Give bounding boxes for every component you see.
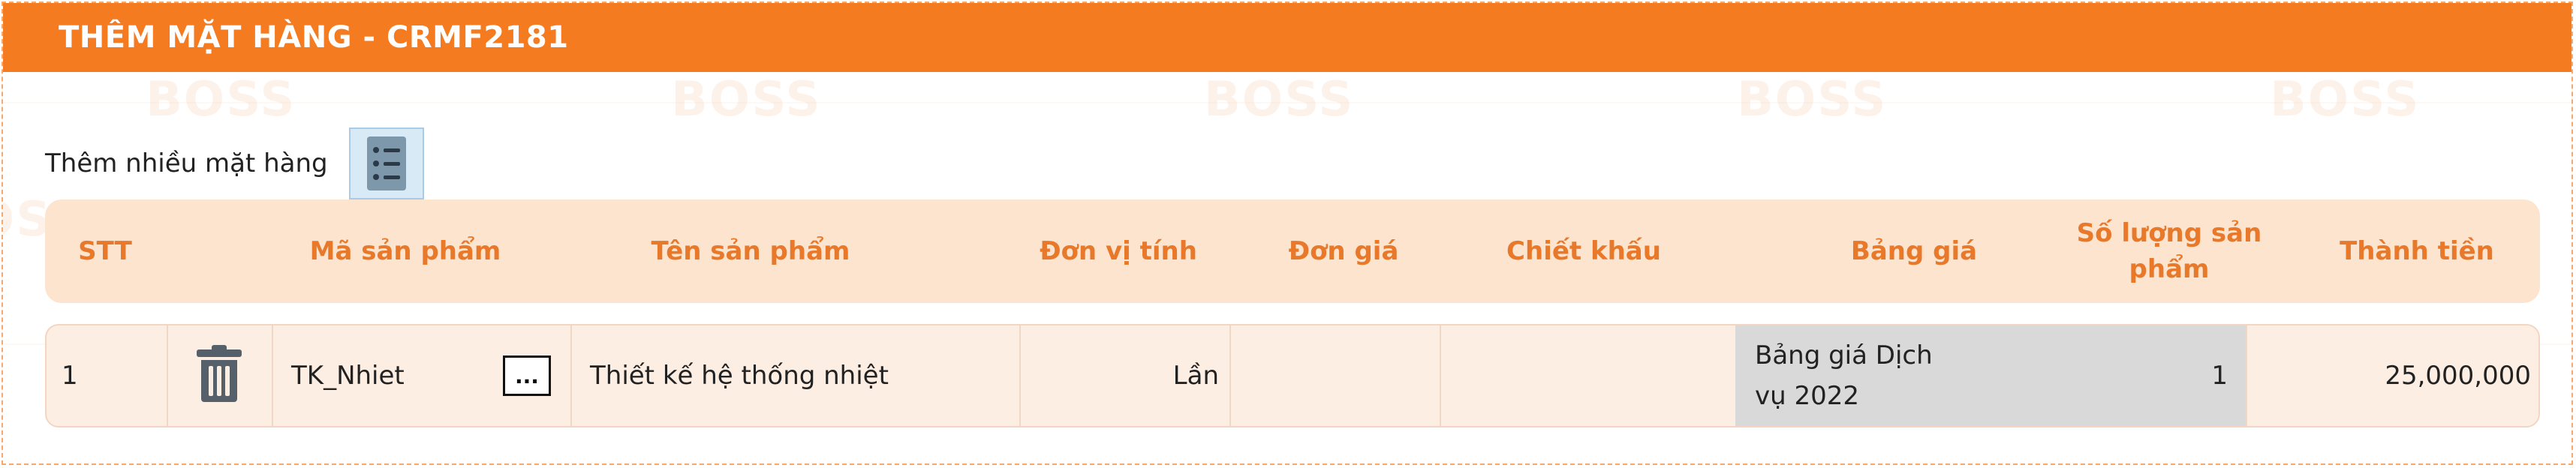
column-header-unit-price: Đơn giá [1288,236,1399,266]
watermark-line [3,102,2571,104]
cell-quantity: 1 [1991,326,2246,426]
cell-unit: Lần [1172,361,1219,391]
watermark: BOSS [146,72,296,128]
column-header-product-code: Mã sản phẩm [309,236,501,266]
watermark: BOSS [2270,72,2421,128]
cell-price-list: Bảng giá Dịch vụ 2022 [1735,326,1991,426]
column-header-stt: STT [78,236,132,266]
column-header-unit: Đơn vị tính [1040,236,1197,266]
list-icon [366,136,406,190]
cell-discount [1440,326,1627,426]
cell-stt: 1 [62,361,78,391]
watermark: BOSS [1204,72,1355,128]
add-multiple-label: Thêm nhiều mặt hàng [45,148,328,178]
table-header-row: STT Mã sản phẩm Tên sản phẩm Đơn vị tính… [45,200,2540,303]
dialog-header: THÊM MẶT HÀNG - CRMF2181 [3,3,2571,72]
column-header-discount: Chiết khấu [1506,236,1661,266]
delete-row-cell [167,326,272,426]
column-header-product-name: Tên sản phẩm [651,236,850,266]
table-row: 1 TK_Nhiet ... Thiết kế hệ thống nhiệt L… [45,324,2540,428]
cell-unit-price [1229,326,1438,426]
cell-amount: 25,000,000 [2385,361,2531,391]
cell-product-name: Thiết kế hệ thống nhiệt [590,361,889,391]
watermark: BOSS [1737,72,1888,128]
cell-product-code: TK_Nhiet [291,361,405,391]
add-multiple-items-button[interactable] [348,128,424,200]
trash-icon[interactable] [197,345,242,402]
select-product-button[interactable]: ... [503,356,551,396]
column-header-quantity: Số lượng sản phẩm [2076,218,2262,284]
watermark: BOSS [671,72,822,128]
column-header-amount: Thành tiền [2340,236,2494,266]
dialog-title: THÊM MẶT HÀNG - CRMF2181 [59,20,569,55]
toolbar: Thêm nhiều mặt hàng [45,128,424,200]
